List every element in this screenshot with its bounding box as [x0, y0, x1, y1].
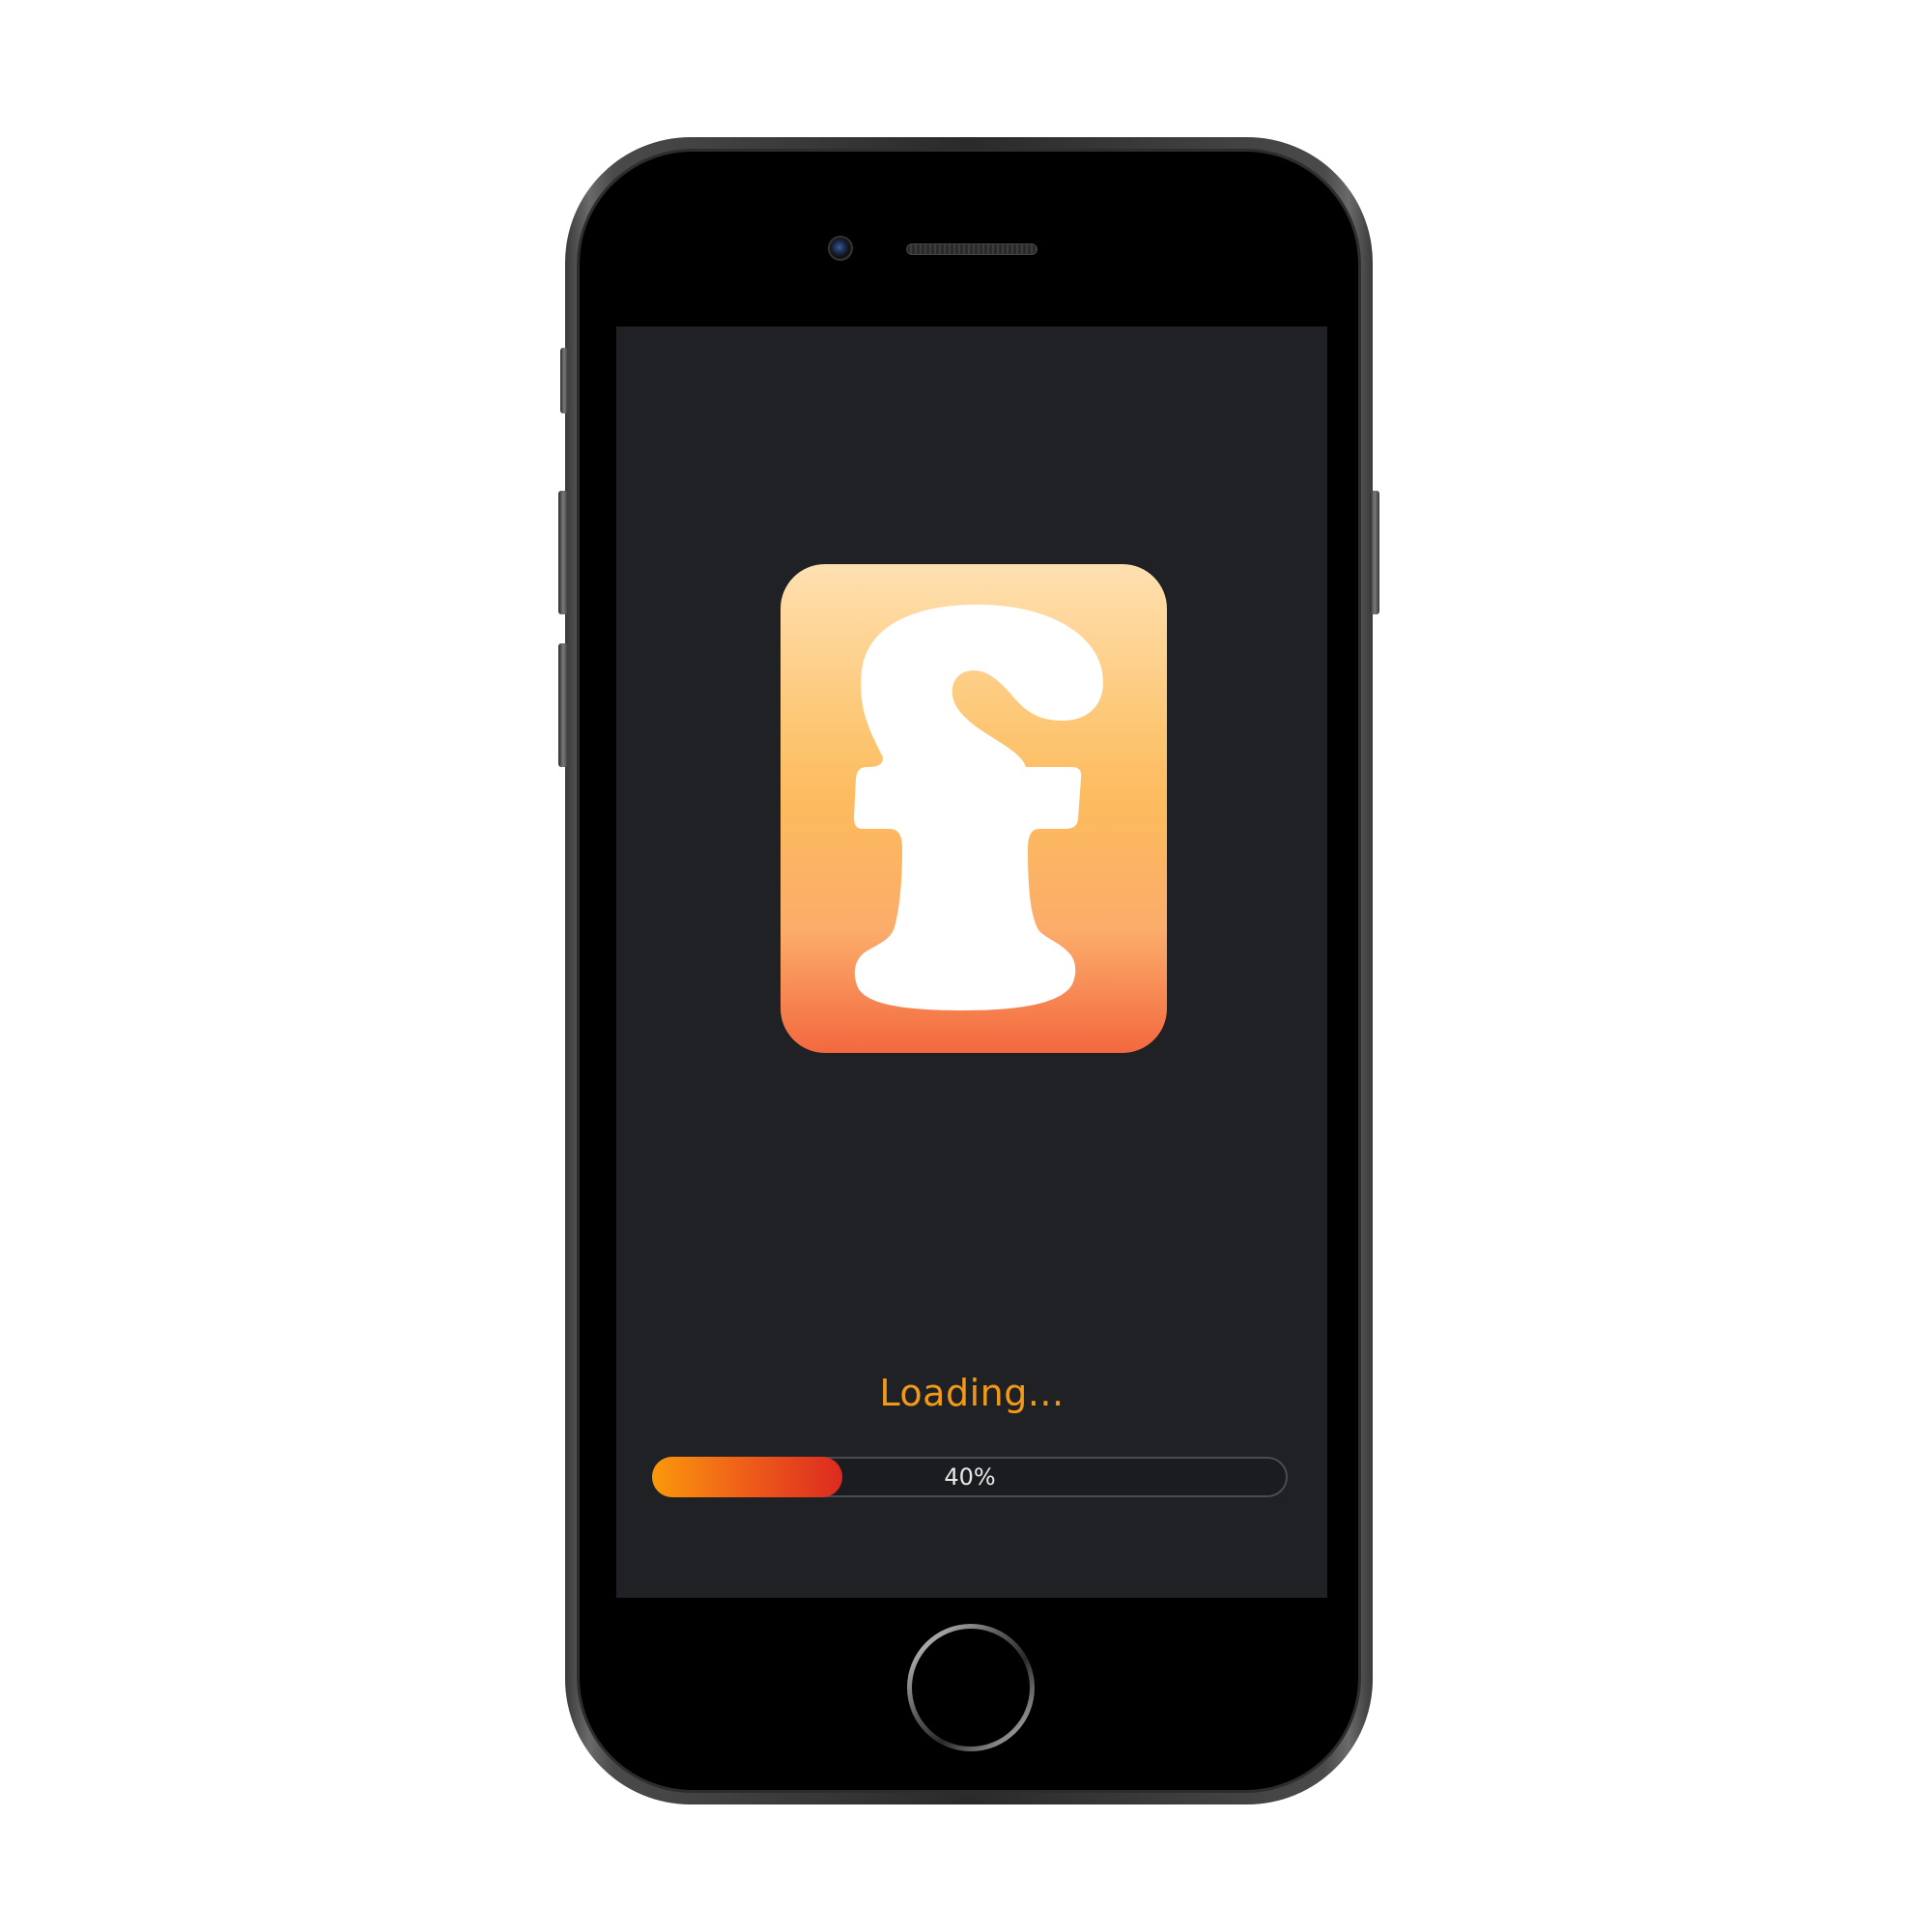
loading-label: Loading...: [879, 1372, 1065, 1414]
power-button[interactable]: [1370, 491, 1379, 614]
volume-up-button[interactable]: [558, 491, 568, 614]
mute-switch[interactable]: [560, 348, 568, 413]
app-screen: Loading... 40%: [616, 327, 1327, 1598]
letter-f-glyph: [854, 604, 1103, 1010]
app-logo-f-icon: [781, 564, 1167, 1053]
front-camera-icon: [828, 236, 853, 261]
volume-down-button[interactable]: [558, 643, 568, 767]
progress-percent-label: 40%: [944, 1463, 996, 1491]
earpiece-speaker-icon: [906, 243, 1037, 255]
home-button-icon[interactable]: [907, 1624, 1035, 1751]
